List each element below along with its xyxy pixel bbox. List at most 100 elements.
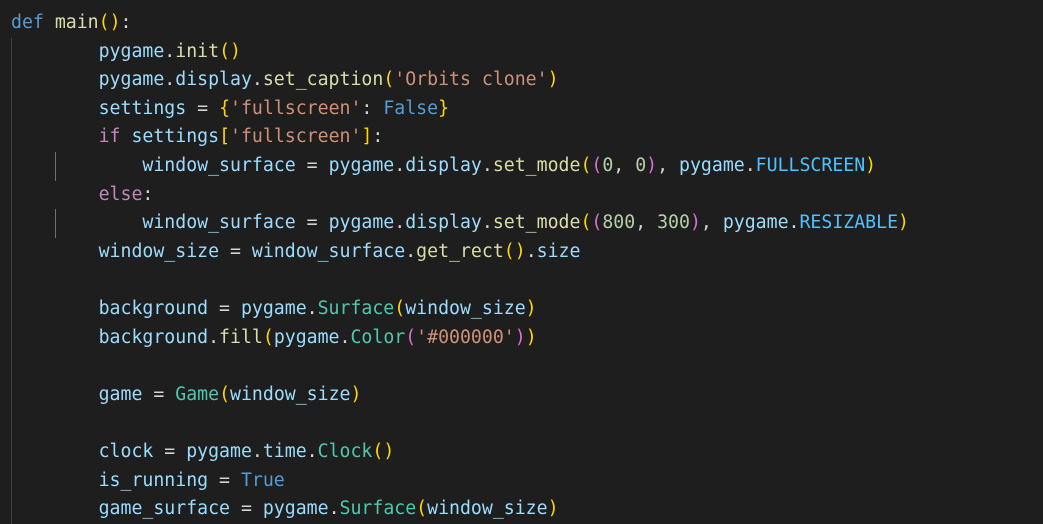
code-token: = (219, 240, 252, 262)
code-token: get_rect (416, 240, 504, 262)
code-token: . (394, 212, 406, 234)
code-token: '#000000' (416, 326, 515, 348)
code-token: . (405, 240, 417, 262)
code-token: window_surface (251, 240, 406, 262)
code-token: ) (898, 212, 909, 234)
code-line[interactable] (11, 409, 909, 438)
code-token: : (361, 97, 384, 119)
code-token: . (744, 154, 756, 176)
code-token: ( (591, 212, 603, 234)
code-token: ) (525, 326, 537, 348)
code-token: window_size (98, 240, 220, 262)
code-token: [ (219, 126, 231, 148)
code-token: else (98, 183, 143, 205)
code-token: set_mode (492, 154, 581, 176)
code-token: . (788, 212, 800, 234)
code-token: 300 (657, 212, 690, 234)
code-token: pygame (328, 212, 395, 234)
code-token: , (700, 212, 723, 234)
code-line[interactable]: pygame.init() (11, 38, 909, 67)
code-token: () (503, 240, 526, 262)
code-token: pygame (679, 154, 745, 176)
code-token: = (295, 154, 329, 176)
code-line[interactable]: game = Game(window_size) (11, 381, 909, 410)
code-token: } (438, 97, 450, 119)
code-token: Game (175, 383, 220, 405)
code-token: ) (350, 383, 362, 405)
code-token: 800 (602, 212, 636, 234)
code-line[interactable] (11, 352, 909, 381)
code-token: pygame (273, 326, 340, 348)
code-token: Surface (317, 297, 395, 319)
code-token: 0 (602, 154, 614, 176)
code-token: , (613, 154, 636, 176)
code-line[interactable]: is_running = True (11, 467, 909, 496)
code-token: background (98, 297, 209, 319)
code-line[interactable]: pygame.display.set_caption('Orbits clone… (11, 66, 909, 95)
code-token: 'fullscreen' (230, 126, 362, 148)
code-token: pygame (262, 498, 329, 520)
code-token: = (208, 297, 241, 319)
code-line[interactable]: window_surface = pygame.display.set_mode… (11, 152, 909, 181)
code-token: ( (580, 212, 592, 234)
code-line[interactable]: background.fill(pygame.Color('#000000')) (11, 324, 909, 353)
code-token: display (405, 154, 482, 176)
code-token: = (230, 498, 263, 520)
code-token: . (481, 154, 493, 176)
code-token: False (383, 97, 439, 119)
code-token: ) (525, 297, 537, 319)
code-token: ( (383, 69, 395, 91)
code-editor[interactable]: def main(): pygame.init() pygame.display.s… (0, 0, 1043, 524)
code-line[interactable]: clock = pygame.time.Clock() (11, 438, 909, 467)
code-token: = (142, 383, 176, 405)
code-token: { (219, 97, 231, 119)
code-token: . (481, 212, 493, 234)
code-token: clock (98, 440, 154, 462)
code-token: background (98, 326, 209, 348)
code-token: pygame (98, 40, 165, 62)
code-token: , (657, 154, 680, 176)
code-token: time (262, 440, 307, 462)
code-line[interactable]: window_size = window_surface.get_rect().… (11, 238, 909, 267)
code-line[interactable]: window_surface = pygame.display.set_mode… (11, 209, 909, 238)
code-token: = (186, 97, 220, 119)
code-token: ( (580, 154, 592, 176)
code-token: game (98, 383, 143, 405)
code-line[interactable]: if settings['fullscreen']: (11, 123, 909, 152)
code-token: . (339, 326, 351, 348)
code-token: 0 (635, 154, 647, 176)
code-token: ( (405, 326, 417, 348)
code-token: ( (219, 383, 231, 405)
code-token: ) (646, 154, 658, 176)
code-token: = (295, 212, 329, 234)
code-token: : (372, 126, 384, 148)
code-line[interactable]: background = pygame.Surface(window_size) (11, 295, 909, 324)
code-token: pygame (98, 69, 165, 91)
code-token: : (120, 12, 132, 33)
code-token: main (54, 12, 99, 33)
code-token: ) (689, 212, 701, 234)
code-token: ) (865, 154, 877, 176)
code-token: . (164, 69, 176, 91)
code-token: , (635, 212, 658, 234)
code-token: . (251, 69, 263, 91)
code-area[interactable]: def main(): pygame.init() pygame.display.s… (11, 9, 909, 524)
code-line[interactable] (11, 266, 909, 295)
code-token: . (251, 440, 263, 462)
code-token: Surface (339, 498, 417, 520)
code-line[interactable]: settings = {'fullscreen': False} (11, 95, 909, 124)
code-token: pygame (186, 440, 252, 462)
code-line[interactable]: game_surface = pygame.Surface(window_siz… (11, 495, 909, 524)
code-token: pygame (240, 297, 307, 319)
code-token: . (394, 154, 406, 176)
code-token: set_caption (262, 69, 384, 91)
code-token: True (240, 469, 285, 491)
code-token: settings (131, 126, 220, 148)
code-token: () (219, 40, 241, 62)
code-token: init (175, 40, 220, 62)
code-token: set_mode (492, 212, 581, 234)
code-line[interactable]: def main(): (11, 9, 909, 38)
code-token: = (208, 469, 241, 491)
code-line[interactable]: else: (11, 181, 909, 210)
